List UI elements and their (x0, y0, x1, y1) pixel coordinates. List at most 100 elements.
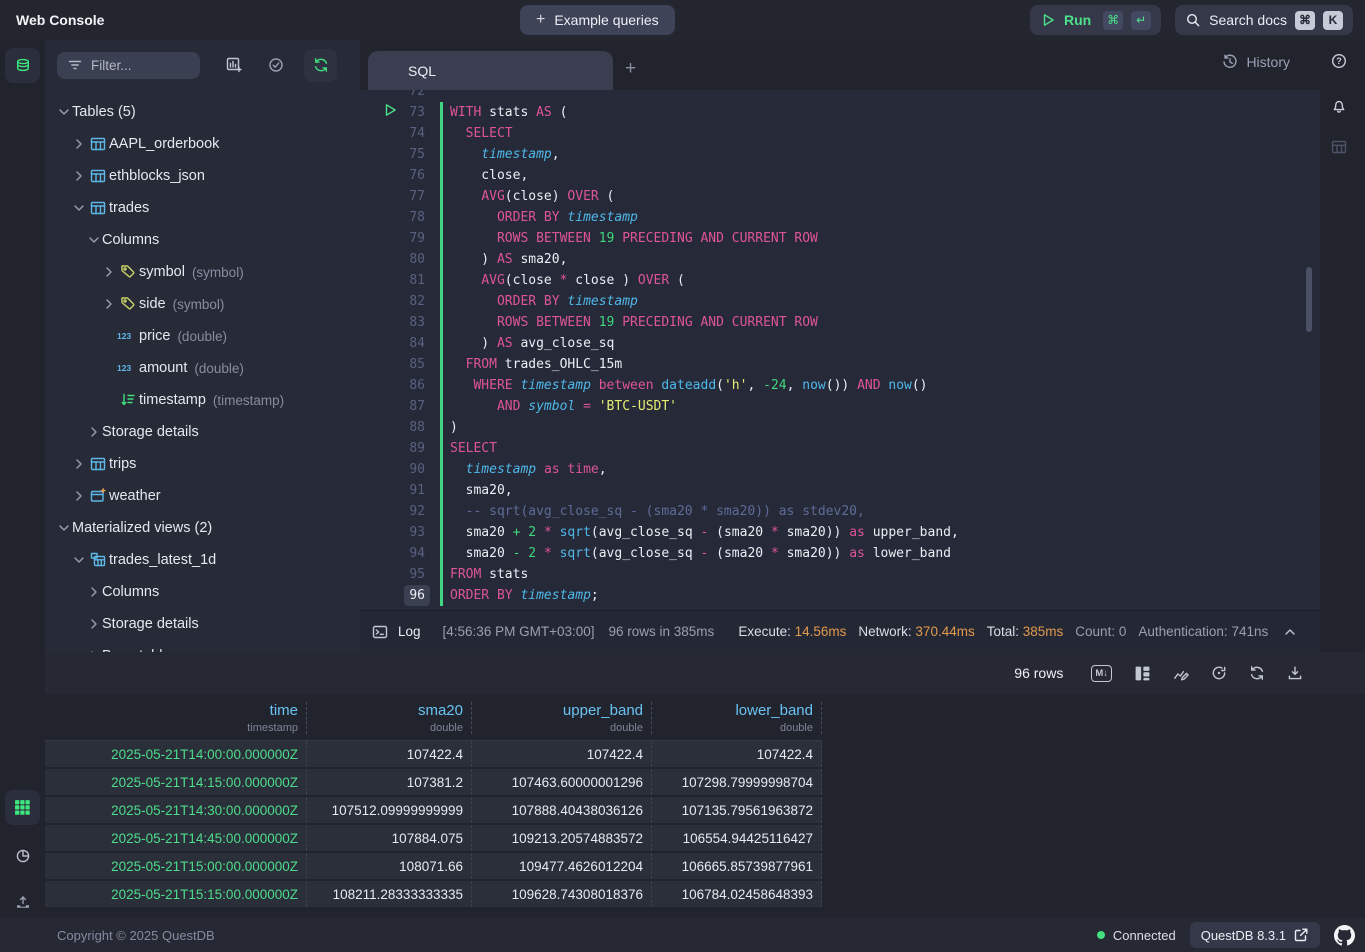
grid-cell[interactable]: 109628.74308018376 (472, 881, 652, 907)
grid-cell[interactable]: 108071.66 (307, 853, 472, 879)
code-line-93[interactable]: 93 sma20 + 2 * sqrt(avg_close_sq - (sma2… (360, 522, 1320, 543)
grid-cell[interactable]: 106554.94425116427 (652, 825, 822, 851)
tree-item-weather[interactable]: weather (45, 480, 360, 512)
grid-cell[interactable]: 109477.4626012204 (472, 853, 652, 879)
refresh-icon[interactable] (304, 49, 337, 82)
code-line-79[interactable]: 79 ROWS BETWEEN 19 PRECEDING AND CURRENT… (360, 228, 1320, 249)
grid-view-icon[interactable] (5, 790, 40, 825)
code-line-75[interactable]: 75 timestamp, (360, 144, 1320, 165)
tree-item-timestamp[interactable]: timestamp(timestamp) (45, 384, 360, 416)
grid-row[interactable]: 2025-05-21T14:30:00.000000Z107512.099999… (45, 797, 822, 825)
markdown-export-icon[interactable]: M↓ (1091, 665, 1112, 682)
example-queries-button[interactable]: + Example queries (520, 5, 675, 35)
tree-item-amount[interactable]: 123amount(double) (45, 352, 360, 384)
grid-cell[interactable]: 2025-05-21T15:15:00.000000Z (45, 881, 307, 907)
grid-cell[interactable]: 107463.60000001296 (472, 769, 652, 795)
grid-cell[interactable]: 106784.02458648393 (652, 881, 822, 907)
grid-cell[interactable]: 107135.79561963872 (652, 797, 822, 823)
filter-input[interactable] (91, 58, 181, 73)
grid-row[interactable]: 2025-05-21T15:00:00.000000Z108071.661094… (45, 853, 822, 881)
search-docs-button[interactable]: Search docs ⌘ K (1175, 5, 1353, 35)
code-line-96[interactable]: 96ORDER BY timestamp; (360, 585, 1320, 606)
github-icon[interactable] (1334, 925, 1355, 946)
code-line-76[interactable]: 76 close, (360, 165, 1320, 186)
grid-cell[interactable]: 2025-05-21T14:00:00.000000Z (45, 741, 307, 767)
grid-cell[interactable]: 109213.20574883572 (472, 825, 652, 851)
tree-item-columns[interactable]: Columns (45, 576, 360, 608)
tree-item-trades[interactable]: trades (45, 192, 360, 224)
tree-item-storage-details[interactable]: Storage details (45, 608, 360, 640)
tree-item-tables-5-[interactable]: Tables (5) (45, 96, 360, 128)
code-line-94[interactable]: 94 sma20 - 2 * sqrt(avg_close_sq - (sma2… (360, 543, 1320, 564)
grid-cell[interactable]: 107422.4 (472, 741, 652, 767)
code-line-90[interactable]: 90 timestamp as time, (360, 459, 1320, 480)
tree-item-aapl-orderbook[interactable]: AAPL_orderbook (45, 128, 360, 160)
grid-cell[interactable]: 107298.79999998704 (652, 769, 822, 795)
notifications-icon[interactable] (1331, 98, 1347, 114)
tree-item-columns[interactable]: Columns (45, 224, 360, 256)
run-query-icon[interactable] (382, 102, 398, 118)
grid-cell[interactable]: 107884.075 (307, 825, 472, 851)
database-icon[interactable] (5, 48, 40, 83)
code-line-86[interactable]: 86 WHERE timestamp between dateadd('h', … (360, 375, 1320, 396)
code-line-72[interactable]: 72 (360, 90, 1320, 102)
grid-row[interactable]: 2025-05-21T14:45:00.000000Z107884.075109… (45, 825, 822, 853)
code-line-83[interactable]: 83 ROWS BETWEEN 19 PRECEDING AND CURRENT… (360, 312, 1320, 333)
grid-cell[interactable]: 107381.2 (307, 769, 472, 795)
add-tab-button[interactable]: + (625, 58, 636, 80)
code-line-84[interactable]: 84 ) AS avg_close_sq (360, 333, 1320, 354)
code-line-81[interactable]: 81 AVG(close * close ) OVER ( (360, 270, 1320, 291)
sql-editor[interactable]: 7273WITH stats AS (74 SELECT75 timestamp… (360, 90, 1320, 610)
tree-item-symbol[interactable]: symbol(symbol) (45, 256, 360, 288)
code-line-74[interactable]: 74 SELECT (360, 123, 1320, 144)
code-line-95[interactable]: 95FROM stats (360, 564, 1320, 585)
grid-cell[interactable]: 108211.28333333335 (307, 881, 472, 907)
tree-item-storage-details[interactable]: Storage details (45, 416, 360, 448)
filter-input-box[interactable] (57, 52, 200, 79)
layout-columns-icon[interactable] (1134, 665, 1151, 682)
grid-cell[interactable]: 2025-05-21T15:00:00.000000Z (45, 853, 307, 879)
grid-cell[interactable]: 107512.09999999999 (307, 797, 472, 823)
grid-cell[interactable]: 2025-05-21T14:15:00.000000Z (45, 769, 307, 795)
code-line-78[interactable]: 78 ORDER BY timestamp (360, 207, 1320, 228)
chevron-up-icon[interactable] (1282, 624, 1298, 640)
grid-column-header-sma20[interactable]: sma20double (307, 702, 472, 734)
grid-column-header-lower_band[interactable]: lower_banddouble (652, 702, 822, 734)
grid-row[interactable]: 2025-05-21T14:15:00.000000Z107381.210746… (45, 769, 822, 797)
grid-cell[interactable]: 107422.4 (307, 741, 472, 767)
history-button[interactable]: History (1222, 54, 1290, 70)
check-circle-icon[interactable] (268, 57, 284, 73)
chart-draw-icon[interactable] (1173, 665, 1189, 681)
tree-item-trips[interactable]: trips (45, 448, 360, 480)
code-line-73[interactable]: 73WITH stats AS ( (360, 102, 1320, 123)
version-button[interactable]: QuestDB 8.3.1 (1190, 922, 1320, 948)
grid-cell[interactable]: 2025-05-21T14:45:00.000000Z (45, 825, 307, 851)
code-line-89[interactable]: 89SELECT (360, 438, 1320, 459)
tree-item-ethblocks-json[interactable]: ethblocks_json (45, 160, 360, 192)
pie-chart-icon[interactable] (5, 838, 40, 873)
grid-cell[interactable]: 2025-05-21T14:30:00.000000Z (45, 797, 307, 823)
tree-item-side[interactable]: side(symbol) (45, 288, 360, 320)
refresh-data-icon[interactable] (1211, 665, 1227, 681)
run-button[interactable]: Run ⌘ ↵ (1030, 5, 1161, 35)
tree-item-base-tables[interactable]: Base tables (45, 640, 360, 652)
code-line-77[interactable]: 77 AVG(close) OVER ( (360, 186, 1320, 207)
help-icon[interactable]: ? (1331, 53, 1347, 69)
tree-item-materialized-views-2-[interactable]: Materialized views (2) (45, 512, 360, 544)
code-line-82[interactable]: 82 ORDER BY timestamp (360, 291, 1320, 312)
grid-row[interactable]: 2025-05-21T15:15:00.000000Z108211.283333… (45, 881, 822, 909)
tab-sql[interactable]: SQL (368, 51, 613, 90)
code-line-87[interactable]: 87 AND symbol = 'BTC-USDT' (360, 396, 1320, 417)
grid-column-header-upper_band[interactable]: upper_banddouble (472, 702, 652, 734)
grid-cell[interactable]: 106665.85739877961 (652, 853, 822, 879)
grid-cell[interactable]: 107888.40438036126 (472, 797, 652, 823)
code-line-91[interactable]: 91 sma20, (360, 480, 1320, 501)
editor-scrollbar[interactable] (1306, 267, 1312, 332)
tree-item-trades-latest-1d[interactable]: trades_latest_1d (45, 544, 360, 576)
download-icon[interactable] (1287, 665, 1303, 681)
import-icon[interactable] (5, 884, 40, 919)
refresh-icon[interactable] (1249, 665, 1265, 681)
panel-icon[interactable] (1331, 139, 1347, 155)
add-metrics-icon[interactable] (226, 57, 242, 73)
code-line-85[interactable]: 85 FROM trades_OHLC_15m (360, 354, 1320, 375)
